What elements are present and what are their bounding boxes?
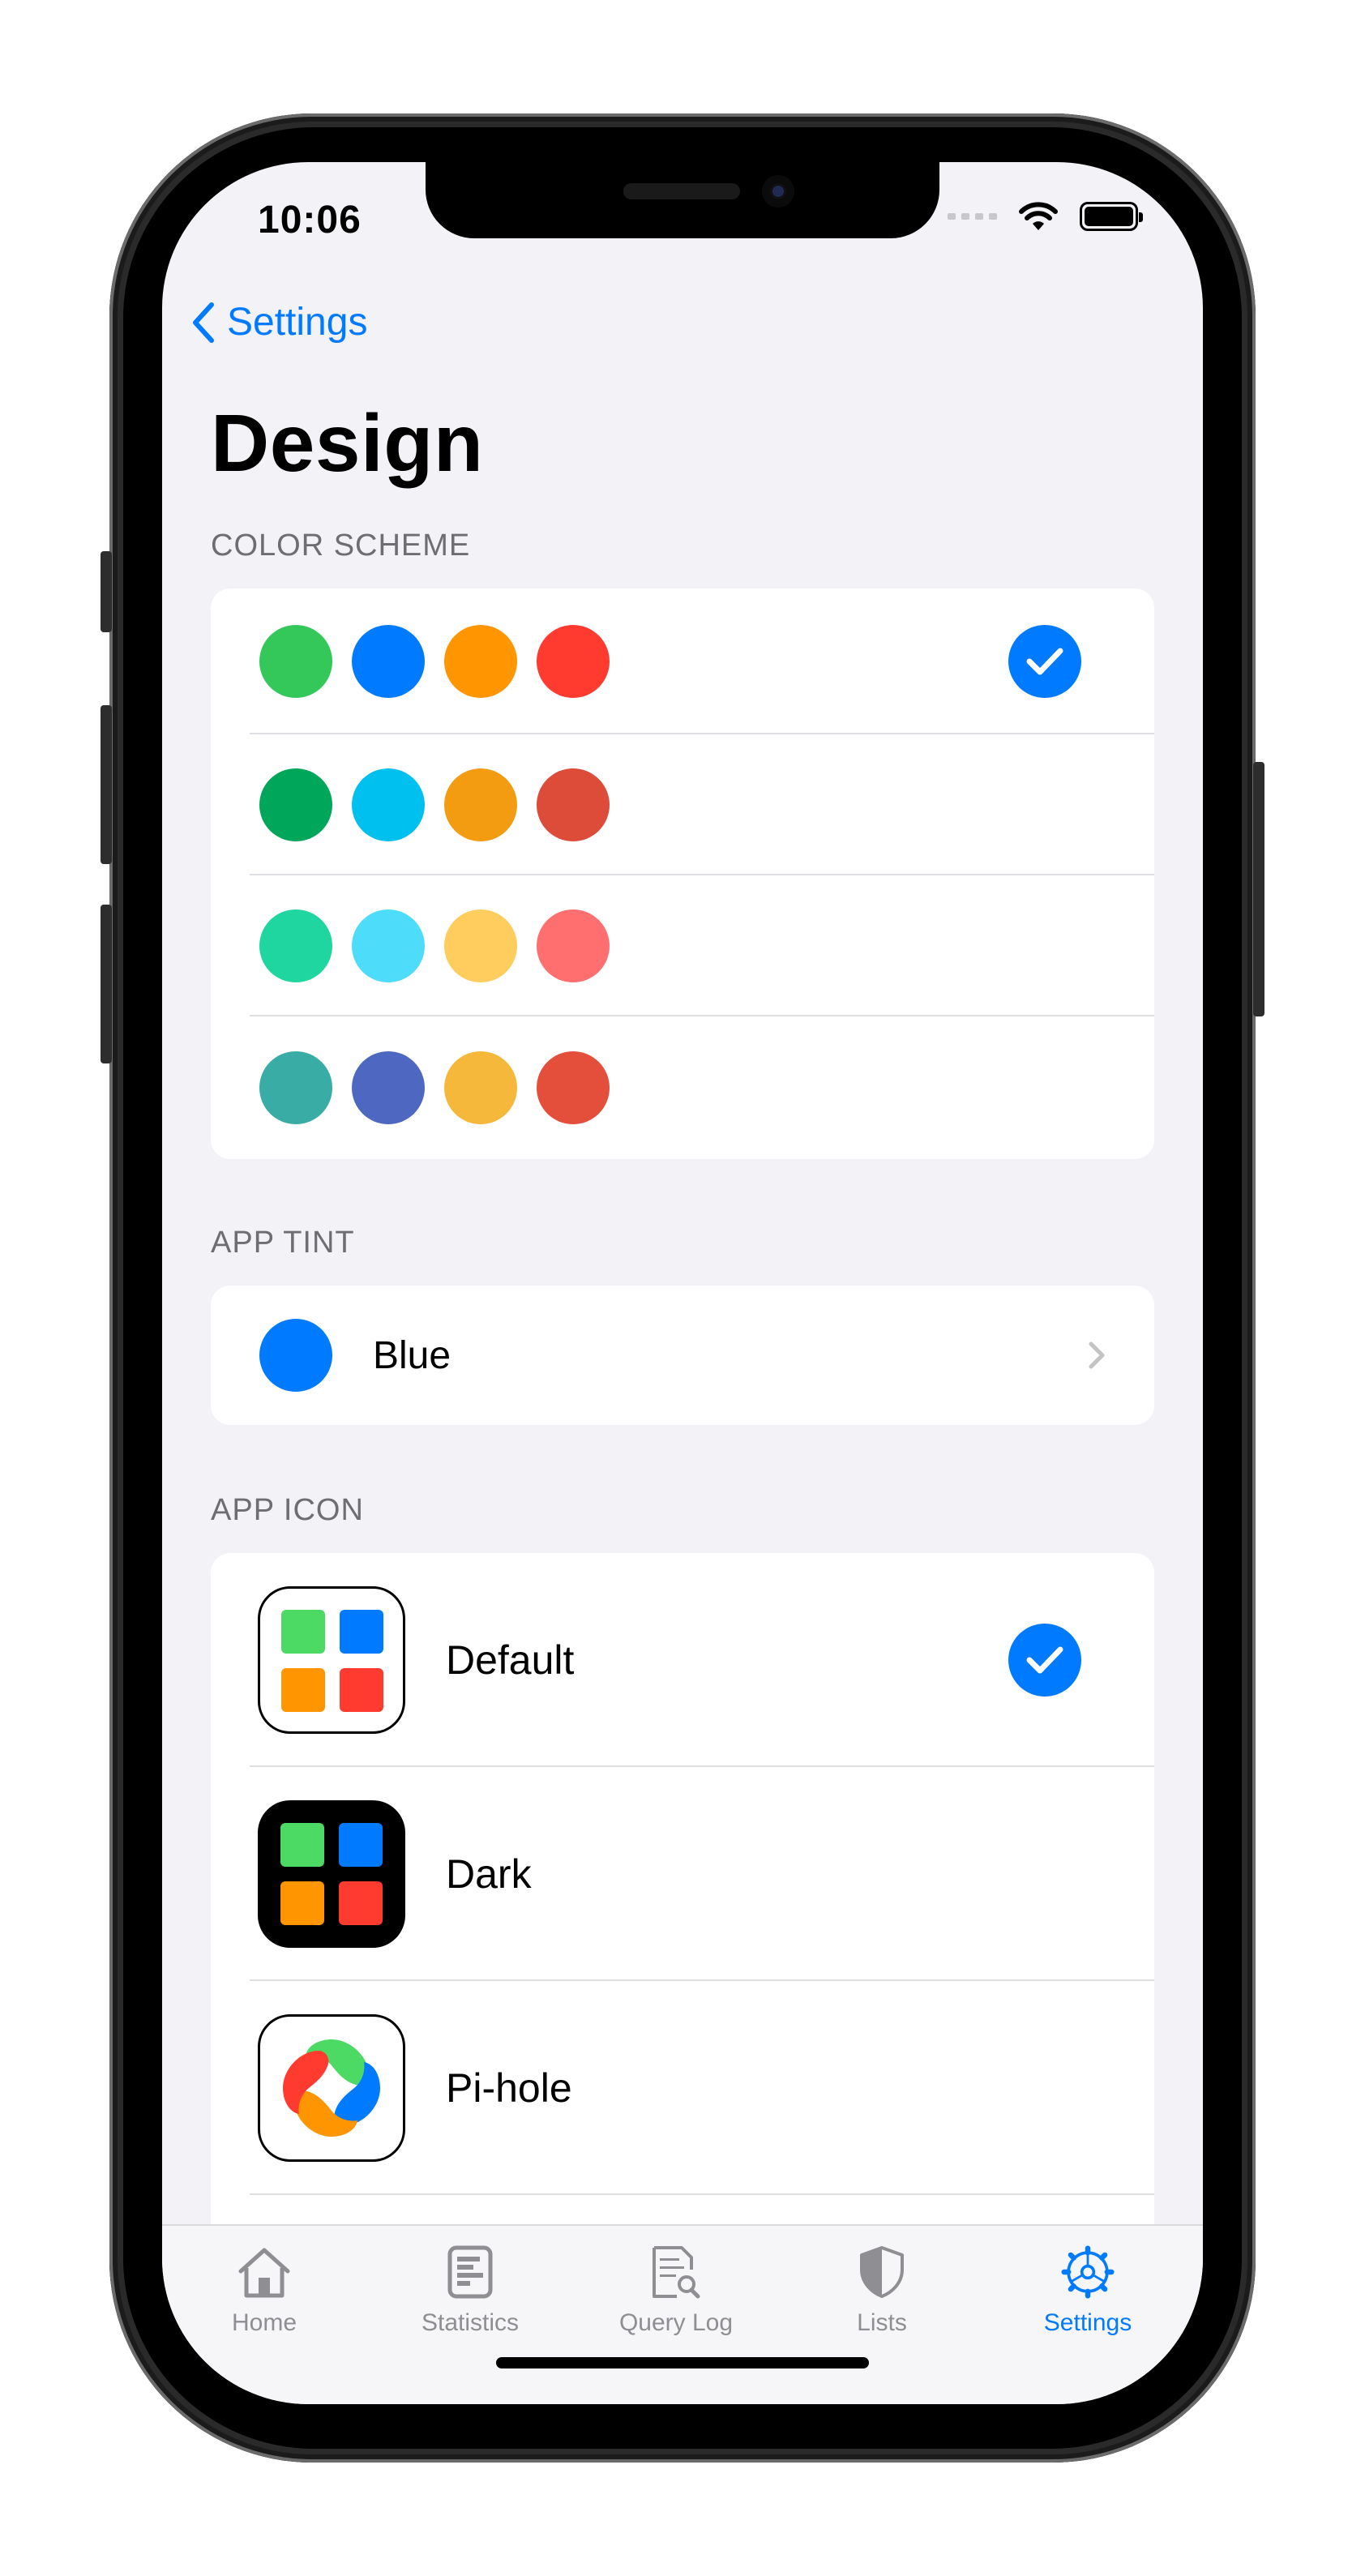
- tab-bar: Home Statistics Query Log Lists Settings: [162, 2224, 1203, 2404]
- app-icon-label: Pi-hole: [446, 2065, 572, 2111]
- default-app-icon: [258, 1586, 405, 1734]
- color-dot: [537, 1051, 610, 1124]
- back-button[interactable]: Settings: [191, 300, 367, 344]
- color-dot: [352, 768, 425, 841]
- volume-up-button: [101, 705, 112, 864]
- signal-dots-icon: [948, 213, 997, 220]
- tab-lists[interactable]: Lists: [801, 2245, 963, 2337]
- tab-label: Statistics: [421, 2309, 520, 2336]
- color-scheme-row[interactable]: [211, 588, 1154, 734]
- color-scheme-row[interactable]: [211, 734, 1154, 875]
- app-icon-row-pihole[interactable]: Pi-hole: [211, 1981, 1154, 2195]
- color-scheme-row[interactable]: [211, 1016, 1154, 1159]
- color-dot: [444, 768, 517, 841]
- chevron-left-icon: [193, 302, 214, 343]
- dark-app-icon: [258, 1800, 405, 1948]
- color-dot: [259, 909, 332, 982]
- gear-icon: [1061, 2245, 1115, 2299]
- tab-label: Lists: [857, 2309, 907, 2336]
- app-icon-row-default[interactable]: Default: [211, 1553, 1154, 1767]
- app-tint-card: Blue: [211, 1286, 1154, 1425]
- screen: 10:06 Settings Design COLOR SCHEME APP T…: [162, 162, 1203, 2404]
- home-indicator[interactable]: [496, 2357, 869, 2368]
- checkmark-icon: [1008, 625, 1081, 698]
- query-log-icon: [653, 2246, 700, 2299]
- color-dot: [444, 1051, 517, 1124]
- color-dot: [444, 909, 517, 982]
- wifi-icon: [1019, 202, 1058, 230]
- shield-icon: [860, 2246, 904, 2298]
- tint-value: Blue: [373, 1333, 451, 1377]
- tab-statistics[interactable]: Statistics: [389, 2245, 551, 2337]
- tab-query-log[interactable]: Query Log: [595, 2245, 757, 2337]
- tint-color-dot: [259, 1319, 332, 1392]
- tab-label: Home: [231, 2309, 297, 2336]
- app-tint-row[interactable]: Blue: [211, 1286, 1154, 1425]
- color-scheme-card: [211, 588, 1154, 1159]
- camera: [762, 175, 794, 208]
- color-dot: [444, 625, 517, 698]
- app-icon-header: APP ICON: [211, 1493, 364, 1527]
- power-button: [1253, 762, 1264, 1016]
- house-icon: [238, 2248, 290, 2298]
- checkmark-icon: [1008, 1624, 1081, 1697]
- tab-settings[interactable]: Settings: [1007, 2245, 1169, 2337]
- color-dot: [259, 1051, 332, 1124]
- color-scheme-header: COLOR SCHEME: [211, 528, 471, 563]
- statistics-icon: [447, 2245, 493, 2299]
- volume-down-button: [101, 905, 112, 1063]
- app-icon-label: Dark: [446, 1851, 532, 1897]
- pihole-app-icon: [258, 2014, 405, 2162]
- color-dot: [352, 909, 425, 982]
- app-icon-card: Default Dark Pi-hole: [211, 1553, 1154, 2226]
- tab-home[interactable]: Home: [183, 2245, 345, 2337]
- color-dot: [537, 909, 610, 982]
- tab-label: Query Log: [618, 2309, 734, 2336]
- back-label: Settings: [227, 301, 368, 344]
- status-time: 10:06: [258, 199, 362, 242]
- app-tint-header: APP TINT: [211, 1226, 355, 1260]
- swatch-group: [259, 1051, 610, 1124]
- color-dot: [537, 768, 610, 841]
- app-icon-label: Default: [446, 1637, 575, 1683]
- swatch-group: [259, 625, 610, 698]
- page-title: Design: [211, 398, 484, 489]
- silent-switch: [101, 551, 112, 632]
- app-icon-row-dark[interactable]: Dark: [211, 1767, 1154, 1981]
- notch: [426, 162, 939, 238]
- status-icons: [948, 201, 1143, 232]
- swatch-group: [259, 909, 610, 982]
- color-dot: [259, 625, 332, 698]
- swatch-group: [259, 768, 610, 841]
- color-dot: [352, 1051, 425, 1124]
- chevron-right-icon: [1089, 1341, 1105, 1369]
- separator: [250, 2193, 1154, 2195]
- color-dot: [259, 768, 332, 841]
- tab-label: Settings: [1043, 2309, 1132, 2336]
- color-dot: [537, 625, 610, 698]
- color-scheme-row[interactable]: [211, 875, 1154, 1016]
- color-dot: [352, 625, 425, 698]
- battery-icon: [1080, 202, 1143, 231]
